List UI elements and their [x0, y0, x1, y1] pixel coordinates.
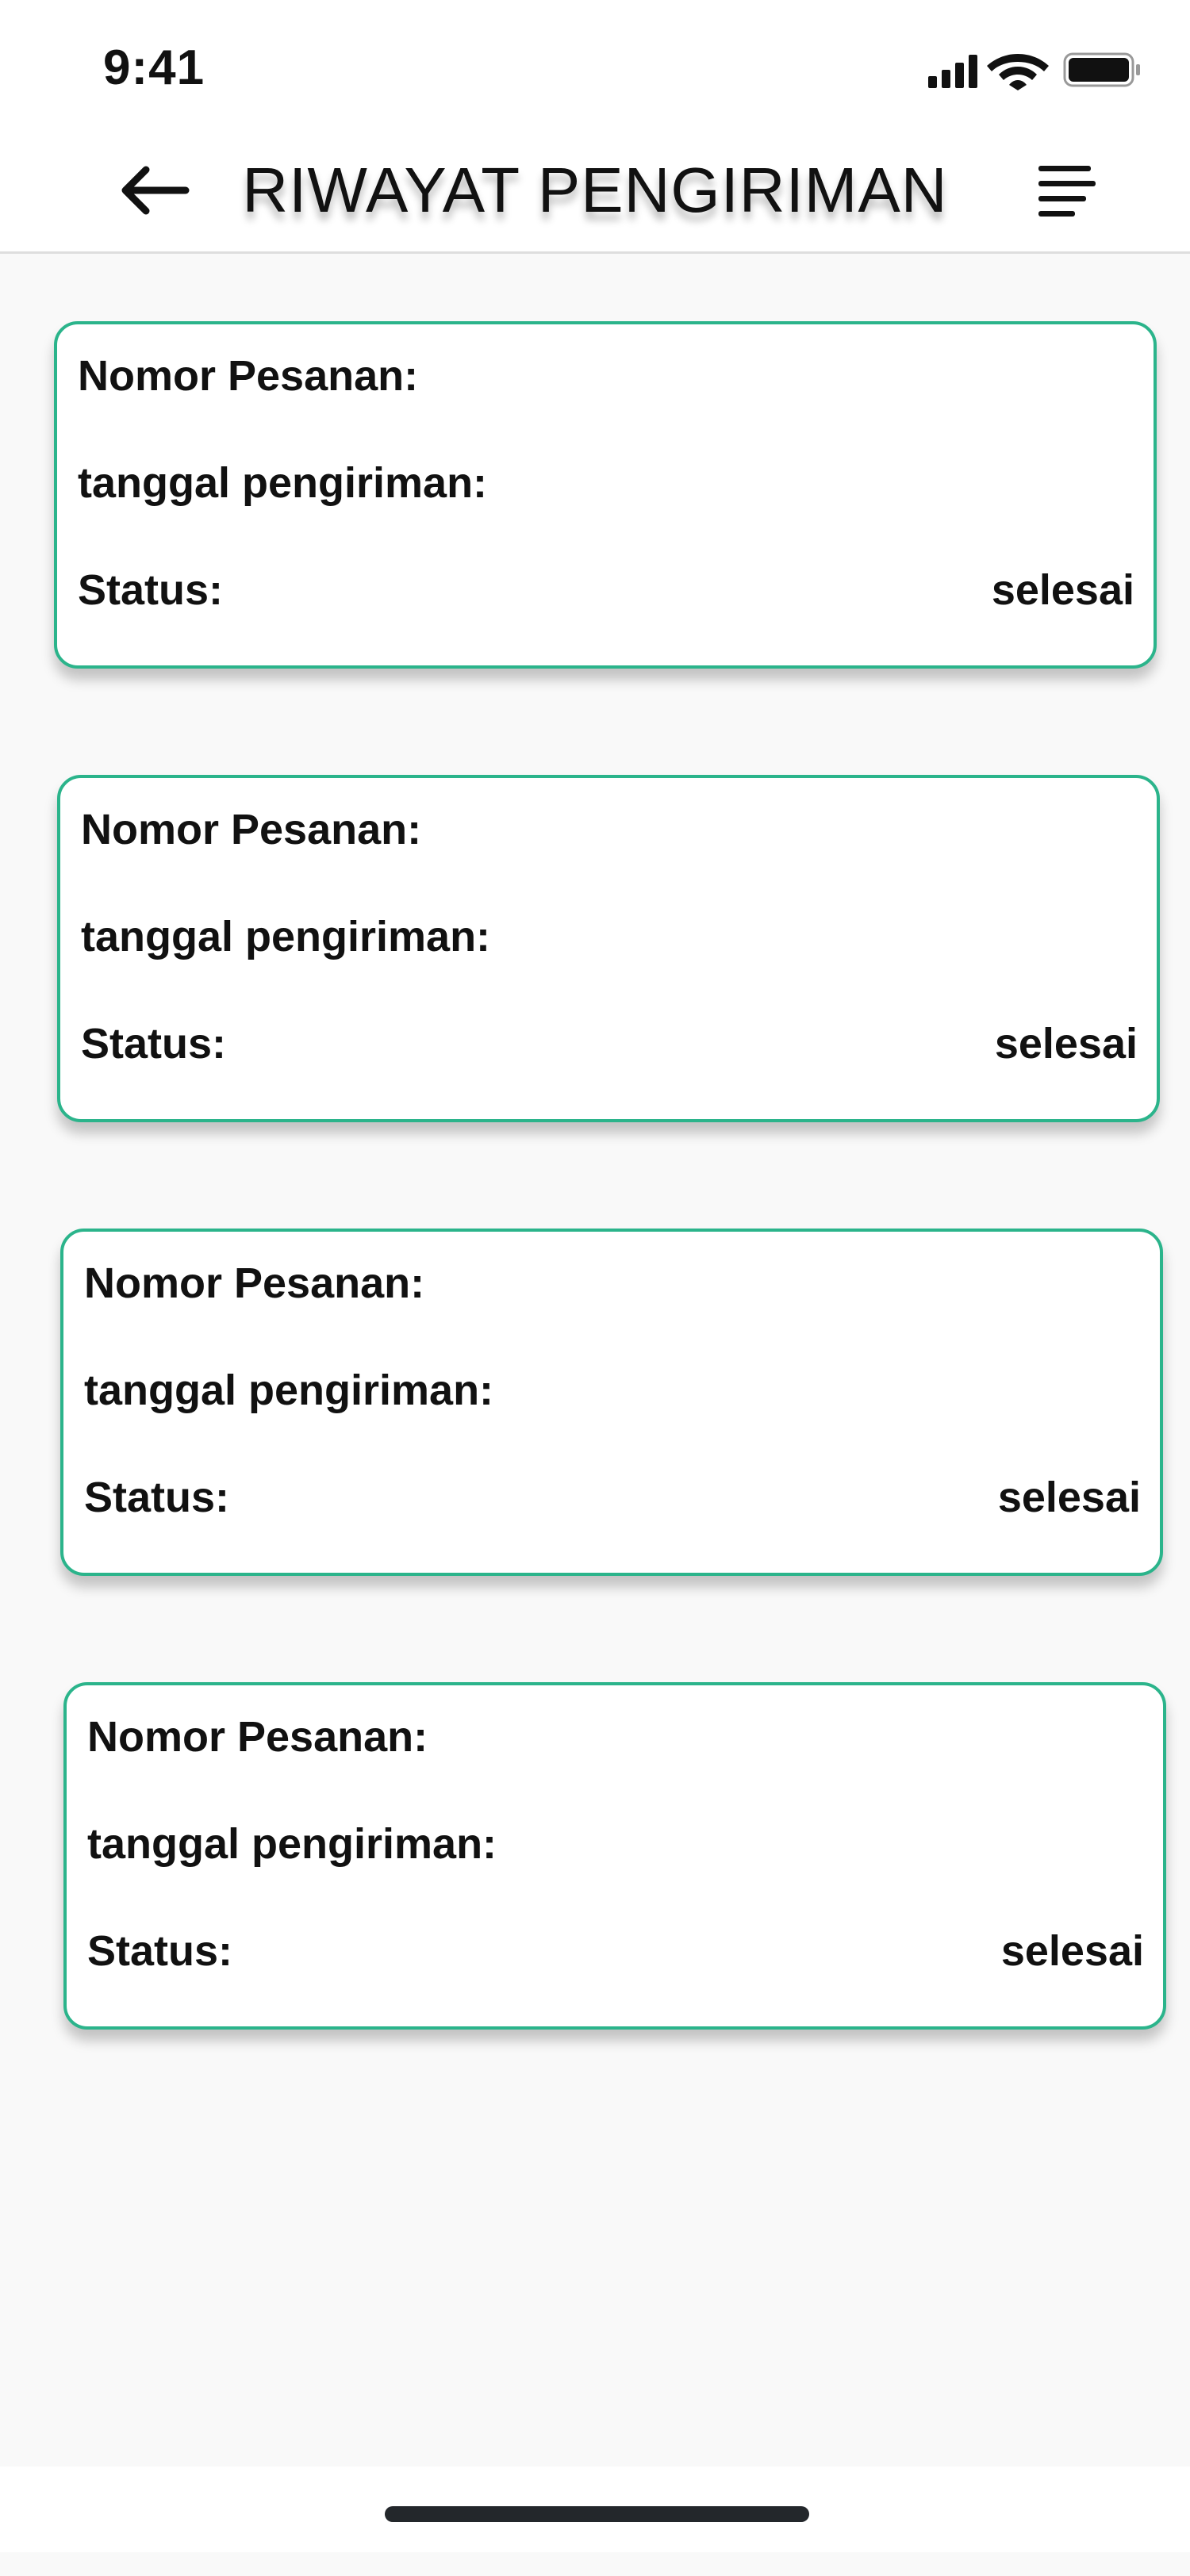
status-label: Status:	[87, 1927, 233, 1975]
back-button[interactable]	[111, 151, 198, 230]
arrow-left-icon	[121, 166, 190, 215]
home-indicator-area	[0, 2467, 1190, 2552]
shipping-date-row: tanggal pengiriman:	[84, 1363, 1141, 1418]
order-number-label: Nomor Pesanan:	[84, 1259, 425, 1307]
status-row: Status: selesai	[81, 1016, 1138, 1071]
order-card[interactable]: Nomor Pesanan: tanggal pengiriman: Statu…	[63, 1682, 1166, 2030]
shipping-date-label: tanggal pengiriman:	[84, 1367, 494, 1414]
shipping-date-label: tanggal pengiriman:	[78, 459, 488, 507]
order-number-row: Nomor Pesanan:	[81, 802, 1138, 857]
status-row: Status: selesai	[78, 562, 1134, 618]
order-card[interactable]: Nomor Pesanan: tanggal pengiriman: Statu…	[54, 321, 1157, 669]
order-number-row: Nomor Pesanan:	[87, 1709, 1144, 1765]
order-number-label: Nomor Pesanan:	[87, 1713, 428, 1761]
shipping-date-row: tanggal pengiriman:	[81, 909, 1138, 964]
status-icons	[928, 49, 1142, 97]
wifi-icon	[987, 54, 1049, 90]
shipping-date-label: tanggal pengiriman:	[81, 913, 491, 960]
shipping-date-row: tanggal pengiriman:	[87, 1816, 1144, 1872]
shipping-date-row: tanggal pengiriman:	[78, 455, 1134, 511]
status-row: Status: selesai	[84, 1470, 1141, 1525]
status-value: selesai	[997, 1474, 1141, 1521]
status-label: Status:	[81, 1020, 227, 1068]
order-card[interactable]: Nomor Pesanan: tanggal pengiriman: Statu…	[57, 775, 1160, 1122]
order-number-row: Nomor Pesanan:	[78, 348, 1134, 404]
status-time: 9:41	[103, 40, 205, 95]
status-value: selesai	[994, 1020, 1138, 1068]
status-value: selesai	[991, 566, 1134, 614]
app-header: RIWAYAT PENGIRIMAN	[0, 135, 1190, 254]
status-label: Status:	[84, 1474, 230, 1521]
order-number-label: Nomor Pesanan:	[78, 352, 419, 400]
order-number-row: Nomor Pesanan:	[84, 1255, 1141, 1311]
menu-button[interactable]	[1023, 152, 1111, 232]
status-row: Status: selesai	[87, 1923, 1144, 1979]
status-value: selesai	[1000, 1927, 1144, 1975]
text-align-menu-icon	[1038, 166, 1096, 217]
page-title: RIWAYAT PENGIRIMAN	[242, 155, 948, 225]
status-label: Status:	[78, 566, 224, 614]
order-card[interactable]: Nomor Pesanan: tanggal pengiriman: Statu…	[60, 1229, 1163, 1576]
shipping-date-label: tanggal pengiriman:	[87, 1820, 497, 1868]
cellular-signal-icon	[928, 55, 977, 88]
battery-icon	[1063, 52, 1140, 87]
order-number-label: Nomor Pesanan:	[81, 806, 422, 853]
status-bar: 9:41	[0, 0, 1190, 135]
home-indicator[interactable]	[385, 2506, 809, 2522]
